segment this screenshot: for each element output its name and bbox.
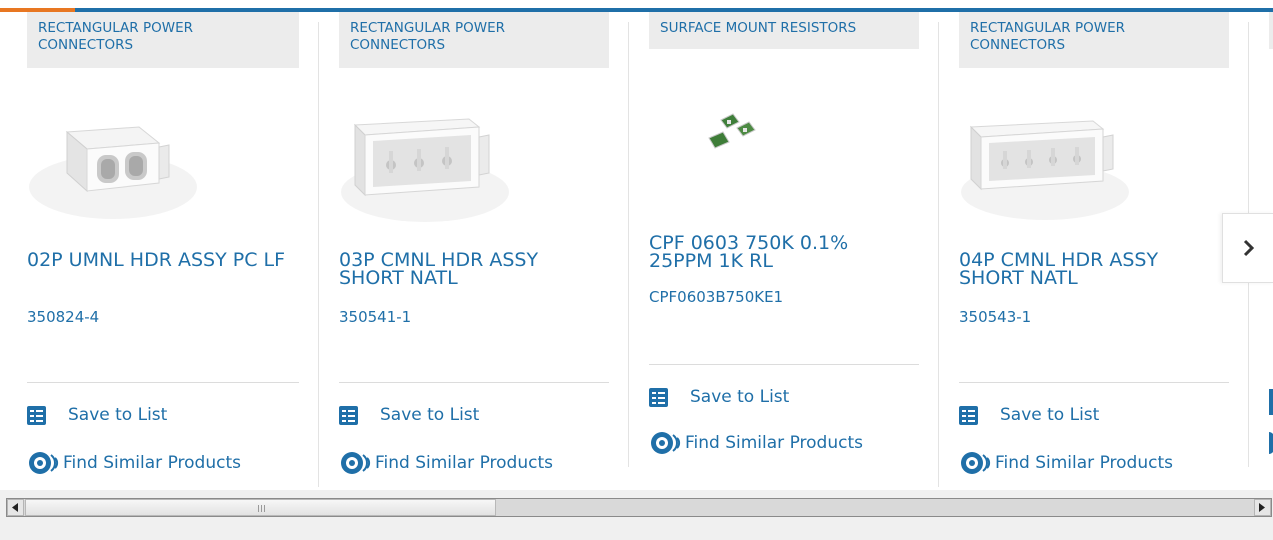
checklist-icon — [649, 387, 668, 407]
save-to-list-label: Save to List — [1000, 405, 1100, 425]
three-position-header-image[interactable] — [339, 107, 511, 222]
part-number-link[interactable]: 350541-1 — [339, 308, 411, 326]
scrollbar-thumb[interactable] — [25, 499, 496, 516]
save-to-list-button[interactable]: Save to List — [649, 387, 789, 407]
find-similar-button[interactable]: Find Similar Products — [339, 450, 553, 476]
scroll-right-button[interactable] — [1254, 499, 1271, 516]
part-number-link[interactable]: 350543-1 — [959, 308, 1031, 326]
product-category-partial — [1269, 12, 1273, 49]
chevron-right-icon — [1243, 239, 1254, 257]
product-carousel: RECTANGULAR POWER CONNECTORS 02P UMNL HD… — [0, 0, 1273, 490]
horizontal-scrollbar[interactable] — [6, 498, 1272, 517]
four-position-header-image[interactable] — [959, 107, 1131, 222]
save-to-list-button[interactable]: Save to List — [27, 405, 167, 425]
find-similar-label: Find Similar Products — [63, 453, 241, 473]
card-divider-line — [339, 382, 609, 383]
scrollbar-grip — [258, 505, 266, 512]
card-divider-line — [649, 364, 919, 365]
part-number-link[interactable]: 350824-4 — [27, 308, 99, 326]
product-name-link[interactable]: 04P CMNL HDR ASSY SHORT NATL — [959, 251, 1219, 288]
checklist-icon-partial — [1269, 389, 1273, 415]
save-to-list-label: Save to List — [690, 387, 790, 407]
find-similar-icon — [29, 452, 59, 474]
product-card: RECTANGULAR POWER CONNECTORS 02P UMNL HD… — [27, 12, 299, 488]
card-divider-line — [959, 382, 1229, 383]
checklist-icon — [27, 405, 46, 425]
product-category[interactable]: RECTANGULAR POWER CONNECTORS — [959, 12, 1229, 68]
arrow-right-icon — [1259, 503, 1265, 512]
find-similar-button[interactable]: Find Similar Products — [959, 450, 1173, 476]
carousel-next-button[interactable] — [1222, 213, 1273, 283]
card-divider — [938, 22, 939, 487]
product-card: RECTANGULAR POWER CONNECTORS 03P CMNL HD… — [339, 12, 609, 488]
card-divider-line — [27, 382, 299, 383]
find-similar-button[interactable]: Find Similar Products — [27, 450, 241, 476]
checklist-icon — [339, 405, 358, 425]
part-number-link[interactable]: CPF0603B750KE1 — [649, 288, 783, 306]
find-similar-label: Find Similar Products — [995, 453, 1173, 473]
two-position-connector-image[interactable] — [27, 107, 199, 222]
card-divider — [318, 22, 319, 487]
find-similar-button[interactable]: Find Similar Products — [649, 430, 863, 456]
save-to-list-label: Save to List — [380, 405, 480, 425]
save-to-list-button[interactable]: Save to List — [339, 405, 479, 425]
find-similar-icon — [961, 452, 991, 474]
product-card: SURFACE MOUNT RESISTORS CPF 0603 750K 0.… — [649, 12, 919, 488]
save-to-list-button[interactable]: Save to List — [959, 405, 1099, 425]
find-similar-icon — [341, 452, 371, 474]
smd-resistors-image[interactable] — [649, 100, 821, 180]
find-similar-icon — [651, 432, 681, 454]
product-card: RECTANGULAR POWER CONNECTORS 04P CMNL HD… — [959, 12, 1229, 488]
product-category[interactable]: RECTANGULAR POWER CONNECTORS — [27, 12, 299, 68]
find-similar-label: Find Similar Products — [685, 433, 863, 453]
product-category[interactable]: RECTANGULAR POWER CONNECTORS — [339, 12, 609, 68]
checklist-icon — [959, 405, 978, 425]
find-similar-label: Find Similar Products — [375, 453, 553, 473]
product-name-link[interactable]: 03P CMNL HDR ASSY SHORT NATL — [339, 251, 599, 288]
find-similar-icon-partial — [1269, 432, 1273, 454]
arrow-left-icon — [12, 503, 18, 512]
scroll-left-button[interactable] — [7, 499, 24, 516]
product-category[interactable]: SURFACE MOUNT RESISTORS — [649, 12, 919, 49]
product-name-link[interactable]: CPF 0603 750K 0.1% 25PPM 1K RL — [649, 234, 909, 271]
save-to-list-label: Save to List — [68, 405, 168, 425]
card-divider — [628, 22, 629, 467]
product-name-link[interactable]: 02P UMNL HDR ASSY PC LF — [27, 251, 287, 270]
